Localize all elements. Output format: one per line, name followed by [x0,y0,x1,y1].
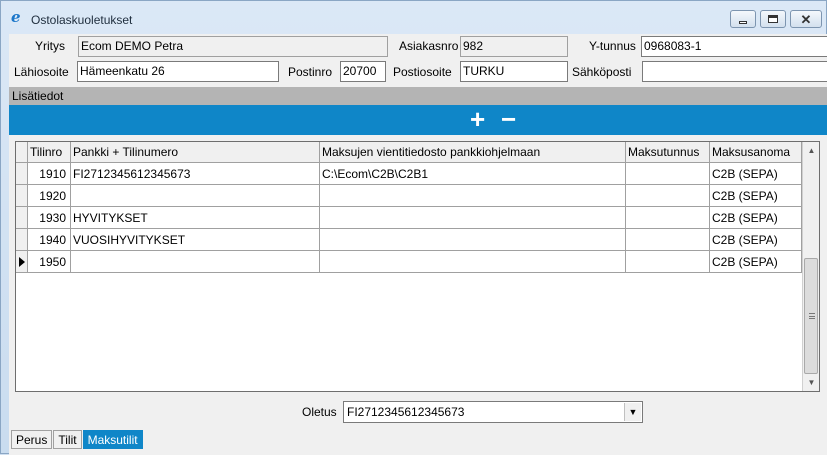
window-title: Ostolaskuoletukset [31,13,133,27]
minimize-button[interactable] [730,10,756,28]
sahkoposti-field[interactable] [642,61,827,82]
cell-vientitiedosto[interactable] [320,185,626,207]
section-header-lisatiedot: Lisätiedot [9,87,827,105]
sahkoposti-label: Sähköposti [572,65,632,79]
postiosoite-label: Postiosoite [393,65,452,79]
lahiosoite-field[interactable]: Hämeenkatu 26 [77,61,279,82]
cell-vientitiedosto[interactable]: C:\Ecom\C2B\C2B1 [320,163,626,185]
asiakasnro-field: 982 [460,36,568,57]
app-logo-icon: e [11,8,21,26]
close-button[interactable]: ✕ [790,10,822,28]
tab-maksutilit[interactable]: Maksutilit [82,430,143,449]
app-window: e Ostolaskuoletukset ✕ Yritys Ecom DEMO … [0,0,827,455]
cell-maksutunnus[interactable] [626,163,710,185]
postiosoite-field[interactable]: TURKU [460,61,568,82]
scroll-down-icon[interactable]: ▼ [803,374,819,391]
form-client-area: Yritys Ecom DEMO Petra Asiakasnro 982 Y-… [9,34,827,455]
cell-tilinro[interactable]: 1910 [28,163,71,185]
tab-tilit[interactable]: Tilit [53,430,82,449]
ytunnus-field[interactable]: 0968083-1 [641,36,827,57]
postinro-label: Postinro [288,65,333,79]
column-header-maksutunnus[interactable]: Maksutunnus [626,142,710,163]
asiakasnro-label: Asiakasnro [399,39,459,53]
column-header-maksusanoma[interactable]: Maksusanoma [710,142,802,163]
cell-tilinro[interactable]: 1940 [28,229,71,251]
minimize-icon [739,20,747,24]
grid-toolbar: + − [9,105,827,135]
oletus-select[interactable]: FI2712345612345673 ▼ [343,401,643,423]
maximize-button[interactable] [760,10,786,28]
cell-maksutunnus[interactable] [626,251,710,273]
remove-row-button[interactable]: − [501,106,516,132]
row-selector[interactable] [16,163,28,185]
cell-tilinro[interactable]: 1930 [28,207,71,229]
cell-maksusanoma[interactable]: C2B (SEPA) [710,229,802,251]
close-icon: ✕ [800,11,812,27]
postinro-field[interactable]: 20700 [340,61,386,82]
cell-pankki[interactable] [71,251,320,273]
tab-perus[interactable]: Perus [11,430,53,449]
row-selector-header [16,142,28,163]
oletus-selected-value: FI2712345612345673 [347,405,465,419]
yritys-label: Yritys [35,39,65,53]
cell-vientitiedosto[interactable] [320,229,626,251]
column-header-tilinro[interactable]: Tilinro [28,142,71,163]
cell-vientitiedosto[interactable] [320,207,626,229]
bottom-tab-strip: Perus Tilit Maksutilit [11,430,144,450]
accounts-grid[interactable]: Tilinro Pankki + Tilinumero Maksujen vie… [15,141,820,392]
maximize-icon [768,15,778,23]
cell-maksusanoma[interactable]: C2B (SEPA) [710,207,802,229]
add-row-button[interactable]: + [470,106,485,132]
scroll-up-icon[interactable]: ▲ [803,142,819,159]
lahiosoite-label: Lähiosoite [14,65,69,79]
oletus-label: Oletus [302,405,337,419]
ytunnus-label: Y-tunnus [589,39,636,53]
cell-maksusanoma[interactable]: C2B (SEPA) [710,185,802,207]
row-selector[interactable] [16,185,28,207]
row-selector[interactable] [16,229,28,251]
cell-tilinro[interactable]: 1950 [28,251,71,273]
chevron-down-icon[interactable]: ▼ [624,403,641,421]
grip-icon [809,313,815,319]
column-header-pankki[interactable]: Pankki + Tilinumero [71,142,320,163]
cell-tilinro[interactable]: 1920 [28,185,71,207]
column-header-vientitiedosto[interactable]: Maksujen vientitiedosto pankkiohjelmaan [320,142,626,163]
cell-maksutunnus[interactable] [626,207,710,229]
cell-pankki[interactable]: HYVITYKSET [71,207,320,229]
cell-pankki[interactable] [71,185,320,207]
cell-maksutunnus[interactable] [626,185,710,207]
cell-vientitiedosto[interactable] [320,251,626,273]
row-selector[interactable] [16,207,28,229]
title-bar[interactable]: e Ostolaskuoletukset ✕ [1,1,826,34]
current-row-indicator[interactable] [16,251,28,273]
cell-pankki[interactable]: VUOSIHYVITYKSET [71,229,320,251]
cell-pankki[interactable]: FI2712345612345673 [71,163,320,185]
vertical-scrollbar[interactable]: ▲ ▼ [802,142,819,391]
cell-maksusanoma[interactable]: C2B (SEPA) [710,251,802,273]
yritys-field: Ecom DEMO Petra [78,36,388,57]
cell-maksutunnus[interactable] [626,229,710,251]
cell-maksusanoma[interactable]: C2B (SEPA) [710,163,802,185]
scrollbar-thumb[interactable] [804,258,818,374]
